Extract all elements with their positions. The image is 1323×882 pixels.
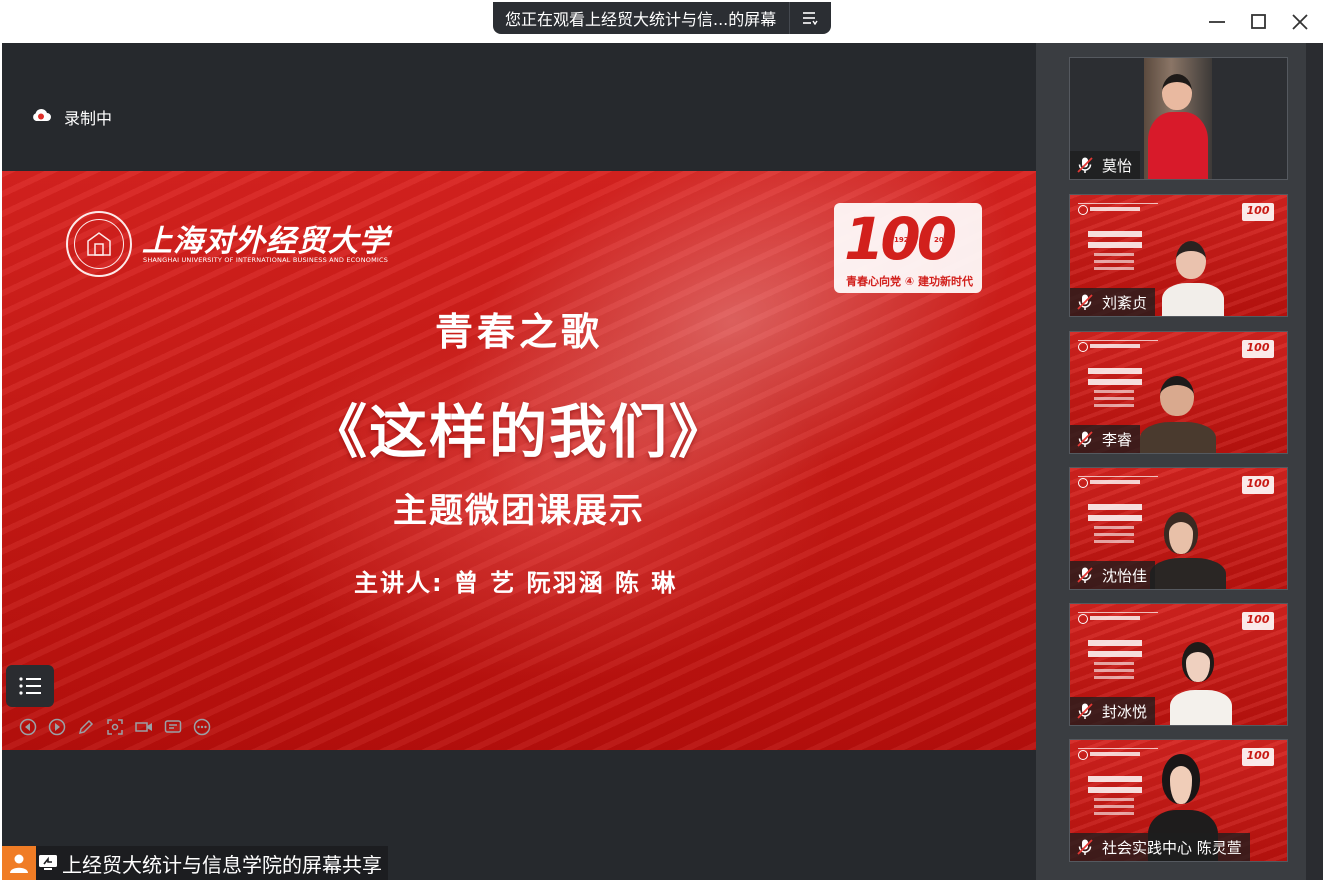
caption-icon[interactable]: [163, 717, 183, 737]
slide-title: 《这样的我们》: [308, 398, 729, 466]
list-menu-icon[interactable]: [789, 2, 829, 34]
share-banner-text: 您正在观看上经贸大统计与信...的屏幕: [505, 10, 777, 29]
slide-menu-button[interactable]: [6, 665, 54, 707]
mic-muted-icon: [1076, 702, 1094, 720]
minimize-icon[interactable]: [1201, 8, 1233, 36]
slide-speakers: 主讲人: 曾 艺 阮羽涵 陈 琳: [354, 569, 678, 597]
centennial-badge: 100 1922 2022 青春心向党 ④ 建功新时代: [834, 203, 982, 293]
shared-slide: 上海对外经贸大学 SHANGHAI UNIVERSITY OF INTERNAT…: [2, 171, 1036, 750]
mic-muted-icon: [1076, 156, 1094, 174]
participant-name-tag: 莫怡: [1070, 151, 1141, 179]
cloud-recording-icon: [30, 107, 52, 127]
university-seal-logo: [66, 211, 132, 277]
mic-muted-icon: [1076, 838, 1094, 856]
recording-label: 录制中: [64, 109, 113, 128]
main-stage: 录制中 上海对外经贸大学 SHANGHAI UNIVERSITY OF INTE…: [2, 43, 1036, 880]
participant-name: 刘紊贞: [1102, 293, 1148, 312]
participant-name-tag: 刘紊贞: [1070, 288, 1156, 316]
badge-year-start: 1922: [894, 236, 914, 244]
participant-name-tag: 封冰悦: [1070, 697, 1156, 725]
badge-slogan: 青春心向党 ④ 建功新时代: [846, 275, 973, 288]
participant-tile[interactable]: 莫怡: [1069, 57, 1288, 180]
participant-name-tag: 社会实践中心 陈灵萱: [1070, 833, 1250, 861]
more-options-icon[interactable]: [192, 717, 212, 737]
next-slide-icon[interactable]: [47, 717, 67, 737]
sidebar-scrollbar[interactable]: [1306, 43, 1323, 880]
university-name-cn: 上海对外经贸大学: [142, 224, 390, 259]
presentation-toolbar: [18, 717, 212, 737]
screen-share-banner[interactable]: 您正在观看上经贸大统计与信...的屏幕: [493, 2, 831, 34]
window-titlebar: 您正在观看上经贸大统计与信...的屏幕: [0, 0, 1323, 43]
participant-tile[interactable]: 100 李睿: [1069, 331, 1288, 454]
video-icon[interactable]: [134, 717, 154, 737]
participant-name-tag: 李睿: [1070, 425, 1141, 453]
participant-name: 李睿: [1102, 430, 1133, 449]
maximize-icon[interactable]: [1243, 8, 1275, 36]
mic-muted-icon: [1076, 430, 1094, 448]
badge-year-end: 2022: [934, 236, 954, 244]
share-label-text: 上经贸大统计与信息学院的屏幕共享: [62, 852, 382, 877]
focus-icon[interactable]: [105, 717, 125, 737]
participant-name: 莫怡: [1102, 156, 1133, 175]
user-icon: [2, 846, 36, 880]
screen-share-label: 上经贸大统计与信息学院的屏幕共享: [2, 846, 388, 880]
slide-kicker: 青春之歌: [434, 309, 603, 354]
participant-name: 封冰悦: [1102, 702, 1148, 721]
pen-icon[interactable]: [76, 717, 96, 737]
participant-tile[interactable]: 100 社会实践中心 陈灵萱: [1069, 739, 1288, 862]
participant-name: 沈怡佳: [1102, 566, 1148, 585]
participant-tile[interactable]: 100 封冰悦: [1069, 603, 1288, 726]
slide-subtitle: 主题微团课展示: [393, 491, 645, 531]
screen-share-icon: [36, 846, 60, 880]
participant-name-tag: 沈怡佳: [1070, 561, 1156, 589]
previous-slide-icon[interactable]: [18, 717, 38, 737]
university-name-en: SHANGHAI UNIVERSITY OF INTERNATIONAL BUS…: [143, 256, 389, 264]
recording-indicator: 录制中: [30, 105, 112, 129]
close-icon[interactable]: [1284, 8, 1316, 36]
participant-name: 社会实践中心 陈灵萱: [1102, 838, 1242, 857]
mic-muted-icon: [1076, 293, 1094, 311]
mic-muted-icon: [1076, 566, 1094, 584]
participant-tile[interactable]: 100 沈怡佳: [1069, 467, 1288, 590]
participant-tile[interactable]: 100 刘紊贞: [1069, 194, 1288, 317]
